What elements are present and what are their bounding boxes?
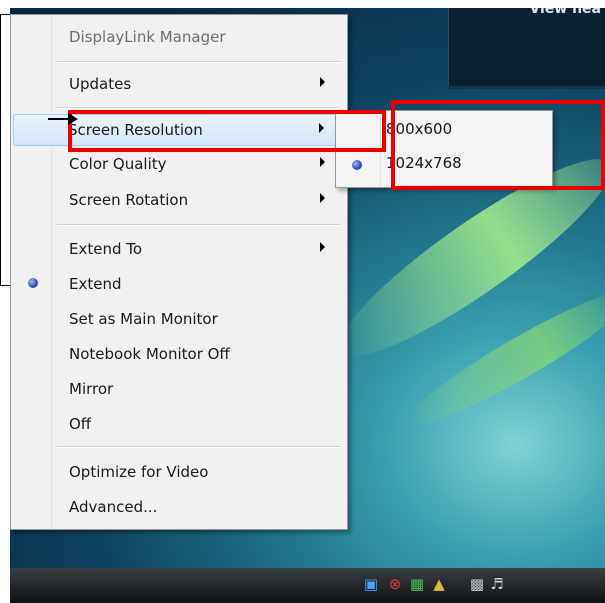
sidebar-gadget[interactable]: View hea	[448, 8, 605, 86]
menu-separator	[57, 61, 341, 62]
menu-item-extend-to[interactable]: Extend To	[13, 233, 343, 265]
menu-item-advanced[interactable]: Advanced...	[13, 491, 343, 523]
menu-item-notebook-monitor-off[interactable]: Notebook Monitor Off	[13, 338, 343, 370]
menu-item-label: Mirror	[69, 380, 114, 398]
menu-item-screen-rotation[interactable]: Screen Rotation	[13, 184, 343, 216]
menu-item-label: Optimize for Video	[69, 463, 209, 481]
menu-title-label: DisplayLink Manager	[69, 28, 226, 46]
taskbar: ▣ ⊗ ▦ ▲ ▩ ♬	[10, 568, 605, 603]
menu-separator	[57, 446, 341, 447]
submenu-arrow-icon	[320, 242, 325, 252]
annotation-arrow-icon	[68, 113, 78, 125]
displaylink-icon[interactable]: ▦	[408, 575, 426, 593]
menu-item-set-as-main-monitor[interactable]: Set as Main Monitor	[13, 303, 343, 335]
radio-checked-icon	[352, 160, 362, 170]
submenu-arrow-icon	[320, 193, 325, 203]
menu-item-label: Off	[69, 415, 92, 433]
menu-separator	[57, 107, 341, 108]
network-disconnected-icon[interactable]: ▩	[468, 575, 486, 593]
menu-item-color-quality[interactable]: Color Quality	[13, 148, 343, 180]
lock-icon[interactable]: ▲	[430, 575, 448, 593]
menu-item-updates[interactable]: Updates	[13, 68, 343, 100]
submenu-arrow-icon	[320, 77, 325, 87]
menu-item-label: Updates	[69, 75, 132, 93]
menu-item-label: Screen Rotation	[69, 191, 189, 209]
network-icon[interactable]: ▣	[362, 575, 380, 593]
menu-item-label: Extend To	[69, 240, 143, 258]
menu-separator	[57, 224, 341, 225]
security-alert-icon[interactable]: ⊗	[386, 575, 404, 593]
context-menu: DisplayLink Manager Updates Screen Resol…	[10, 14, 348, 530]
menu-item-off[interactable]: Off	[13, 408, 343, 440]
menu-item-label: Notebook Monitor Off	[69, 345, 230, 363]
menu-item-label: Extend	[69, 275, 122, 293]
menu-item-label: Advanced...	[69, 498, 158, 516]
gadget-title: View hea	[529, 8, 601, 17]
menu-item-label: Set as Main Monitor	[69, 310, 218, 328]
gadget-divider	[448, 86, 605, 89]
menu-item-extend[interactable]: Extend	[13, 268, 343, 300]
submenu-arrow-icon	[320, 157, 325, 167]
radio-checked-icon	[28, 278, 38, 288]
annotation-highlight-submenu	[391, 100, 605, 190]
annotation-highlight-menu	[68, 110, 386, 152]
menu-item-label: Color Quality	[69, 155, 167, 173]
speaker-icon[interactable]: ♬	[488, 575, 506, 593]
menu-item-optimize-for-video[interactable]: Optimize for Video	[13, 456, 343, 488]
menu-title: DisplayLink Manager	[13, 21, 343, 53]
menu-item-mirror[interactable]: Mirror	[13, 373, 343, 405]
